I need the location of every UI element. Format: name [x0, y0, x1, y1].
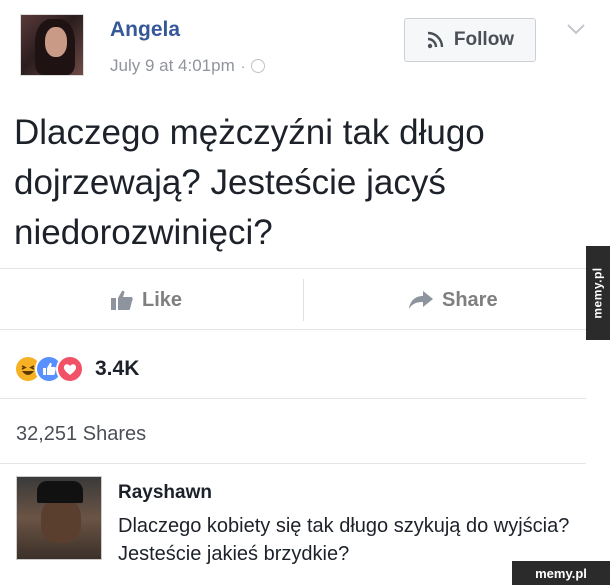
comment-text: Dlaczego kobiety się tak długo szykują d… [118, 515, 570, 565]
commenter-avatar[interactable] [16, 476, 102, 560]
action-divider [303, 279, 304, 321]
thumbs-up-icon [111, 290, 133, 310]
share-arrow-icon [409, 291, 433, 309]
love-reaction-icon [56, 355, 84, 383]
reactions-summary[interactable]: 3.4K [14, 352, 139, 386]
globe-icon[interactable] [251, 59, 266, 73]
avatar-face [45, 27, 67, 57]
facebook-post: Angela July 9 at 4:01pm · Follow Dlaczeg… [0, 0, 586, 585]
watermark-side-text: memy.pl [591, 267, 606, 319]
commenter-name[interactable]: Rayshawn [118, 482, 212, 504]
post-text: Dlaczego mężczyźni tak długo dojrzewają?… [14, 113, 485, 252]
post-header: Angela July 9 at 4:01pm · Follow [0, 0, 586, 95]
meta-separator: · [240, 58, 246, 74]
shares-row: 32,251 Shares [0, 398, 586, 464]
follow-label: Follow [453, 29, 515, 50]
post-timestamp[interactable]: July 9 at 4:01pm [110, 56, 235, 76]
comment: Rayshawn Dlaczego kobiety się tak długo … [0, 466, 586, 585]
shares-count[interactable]: 32,251 Shares [16, 423, 146, 446]
post-meta: July 9 at 4:01pm · [110, 56, 266, 76]
commenter-cap [37, 481, 83, 503]
commenter-face [41, 499, 81, 543]
share-button[interactable]: Share [408, 281, 498, 319]
watermark-corner: memy.pl [512, 561, 610, 585]
reaction-count: 3.4K [95, 357, 140, 380]
like-label: Like [142, 288, 183, 311]
author-avatar[interactable] [20, 14, 84, 76]
watermark-side: memy.pl [586, 246, 610, 340]
like-button[interactable]: Like [110, 281, 182, 319]
action-bar: Like Share [0, 268, 586, 330]
heart-icon [63, 364, 77, 375]
follow-button[interactable]: Follow [404, 18, 536, 62]
rss-icon [427, 31, 444, 49]
share-label: Share [442, 288, 498, 311]
author-name[interactable]: Angela [110, 18, 180, 42]
chevron-down-icon[interactable] [566, 22, 586, 36]
